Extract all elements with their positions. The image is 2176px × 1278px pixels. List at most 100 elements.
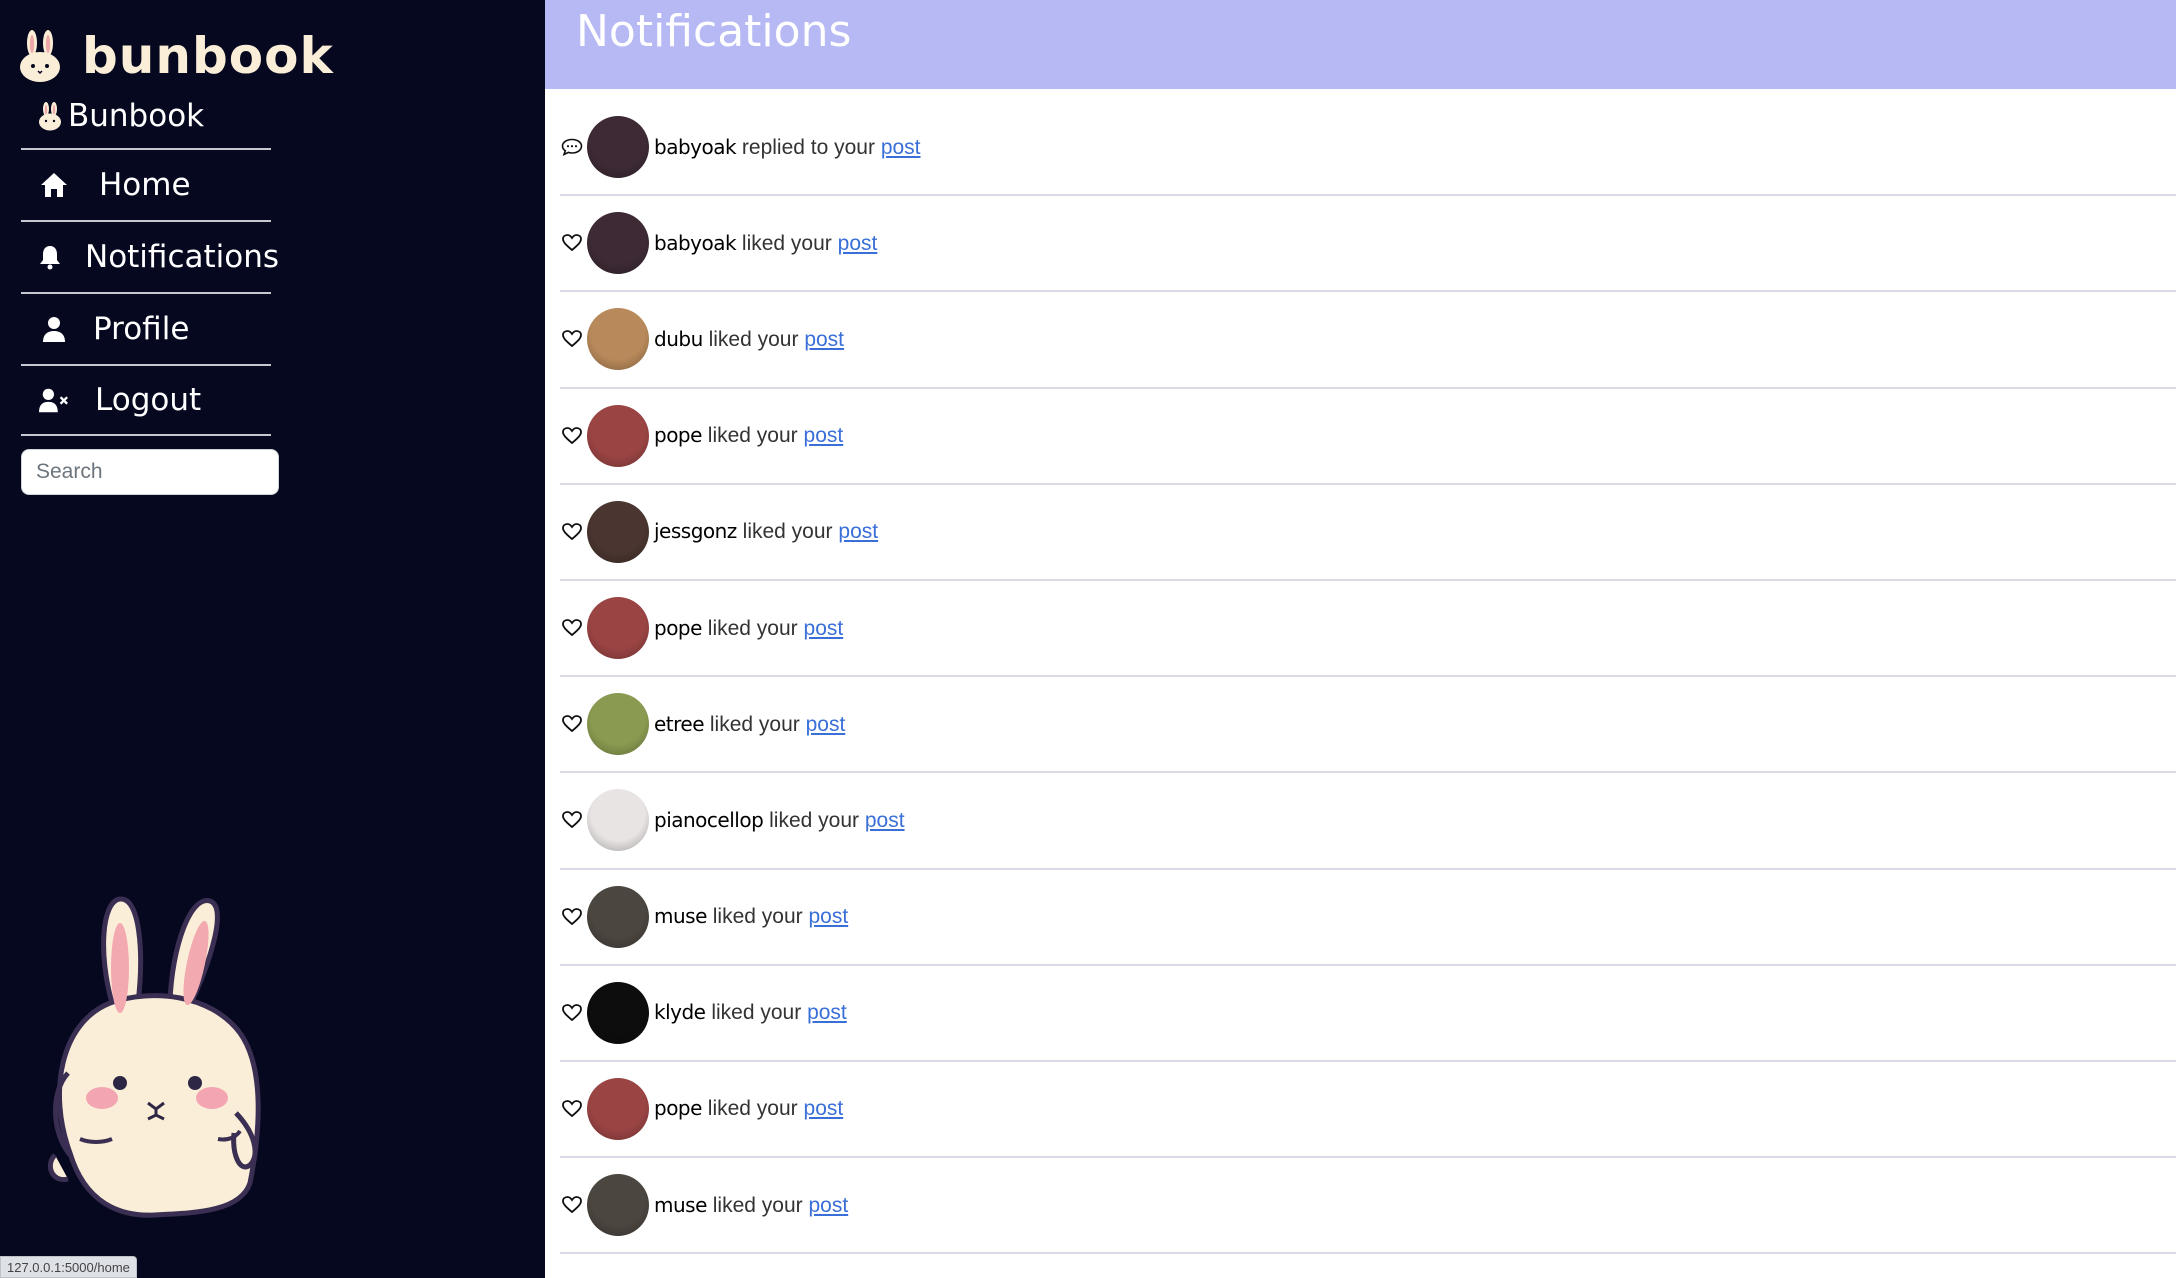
notification-action: liked your xyxy=(708,327,799,351)
heart-icon xyxy=(561,1098,583,1120)
notification-row: dubu liked your post xyxy=(560,292,2176,389)
avatar[interactable] xyxy=(587,500,649,563)
search-input[interactable] xyxy=(21,449,279,495)
heart-icon xyxy=(561,328,583,350)
post-link[interactable]: post xyxy=(838,232,878,255)
notification-username[interactable]: muse xyxy=(654,1193,707,1217)
user-x-icon xyxy=(39,385,69,415)
nav-logout[interactable]: Logout xyxy=(21,364,271,436)
avatar[interactable] xyxy=(587,308,649,371)
notification-text: dubu liked your post xyxy=(654,327,844,352)
notification-username[interactable]: pope xyxy=(654,423,702,447)
post-link[interactable]: post xyxy=(865,809,905,832)
notification-action: liked your xyxy=(707,424,798,448)
heart-icon xyxy=(561,425,583,447)
notification-text: etree liked your post xyxy=(654,712,845,737)
notification-username[interactable]: jessgonz xyxy=(654,519,737,543)
notification-username[interactable]: etree xyxy=(654,712,705,736)
notification-username[interactable]: babyoak xyxy=(654,231,737,255)
heart-icon xyxy=(561,232,583,254)
avatar[interactable] xyxy=(587,885,649,948)
notification-row: babyoak liked your post xyxy=(560,196,2176,293)
notification-username[interactable]: pianocellop xyxy=(654,808,764,832)
post-link[interactable]: post xyxy=(808,1194,848,1217)
avatar[interactable] xyxy=(587,597,649,660)
bunny-mascot-illustration xyxy=(48,896,261,1218)
avatar[interactable] xyxy=(587,789,649,852)
notification-action: liked your xyxy=(707,616,798,640)
avatar[interactable] xyxy=(587,116,649,179)
heart-icon xyxy=(561,1002,583,1024)
heart-icon xyxy=(561,906,583,928)
notification-action: liked your xyxy=(712,905,803,929)
notification-text: jessgonz liked your post xyxy=(654,519,878,544)
notification-row: etree liked your post xyxy=(560,677,2176,774)
notification-row: pope liked your post xyxy=(560,1062,2176,1159)
avatar[interactable] xyxy=(587,1077,649,1140)
brand[interactable]: bunbook xyxy=(18,26,334,86)
bell-icon xyxy=(39,242,61,272)
notification-username[interactable]: babyoak xyxy=(654,135,737,159)
nav-profile-label: Profile xyxy=(93,311,190,347)
subbrand-name: Bunbook xyxy=(68,98,205,134)
notification-username[interactable]: klyde xyxy=(654,1000,706,1024)
page-header: Notifications xyxy=(545,0,2176,89)
notification-text: babyoak replied to your post xyxy=(654,135,921,160)
avatar[interactable] xyxy=(587,404,649,467)
heart-icon xyxy=(561,713,583,735)
user-icon xyxy=(39,314,69,344)
notification-text: pianocellop liked your post xyxy=(654,808,905,833)
post-link[interactable]: post xyxy=(806,713,846,736)
notification-list: babyoak replied to your post babyoak like… xyxy=(560,100,2176,1255)
post-link[interactable]: post xyxy=(807,1001,847,1024)
notification-action: liked your xyxy=(712,1193,803,1217)
nav-logout-label: Logout xyxy=(95,382,202,418)
notification-row: muse liked your post xyxy=(560,1158,2176,1255)
comment-icon xyxy=(561,136,583,158)
sidebar: bunbook Bunbook Home Notifications Profi… xyxy=(0,0,545,1278)
notification-row: klyde liked your post xyxy=(560,966,2176,1062)
notification-row: pope liked your post xyxy=(560,581,2176,678)
notification-username[interactable]: muse xyxy=(654,904,707,928)
notification-action: liked your xyxy=(709,712,800,736)
notification-action: replied to your xyxy=(741,135,875,159)
avatar[interactable] xyxy=(587,981,649,1044)
post-link[interactable]: post xyxy=(881,136,921,159)
nav-notifications-label: Notifications xyxy=(85,239,280,275)
notification-text: pope liked your post xyxy=(654,616,843,641)
brand-name: bunbook xyxy=(82,27,334,85)
post-link[interactable]: post xyxy=(838,520,878,543)
notification-row: babyoak replied to your post xyxy=(560,100,2176,197)
notification-action: liked your xyxy=(711,1001,802,1025)
post-link[interactable]: post xyxy=(804,424,844,447)
nav-home-label: Home xyxy=(99,167,191,203)
notification-row: jessgonz liked your post xyxy=(560,485,2176,581)
notification-text: muse liked your post xyxy=(654,1193,848,1218)
notification-username[interactable]: dubu xyxy=(654,327,703,351)
notification-text: pope liked your post xyxy=(654,1096,843,1121)
bunny-small-icon xyxy=(39,102,61,131)
post-link[interactable]: post xyxy=(804,617,844,640)
status-url: 127.0.0.1:5000/home xyxy=(0,1256,137,1278)
post-link[interactable]: post xyxy=(808,905,848,928)
avatar[interactable] xyxy=(587,693,649,756)
notification-action: liked your xyxy=(707,1097,798,1121)
heart-icon xyxy=(561,521,583,543)
heart-icon xyxy=(561,1194,583,1216)
sidebar-nav: Home Notifications Profile Logout xyxy=(21,148,279,436)
nav-home[interactable]: Home xyxy=(21,148,271,220)
post-link[interactable]: post xyxy=(804,1097,844,1120)
post-link[interactable]: post xyxy=(804,328,844,351)
subbrand[interactable]: Bunbook xyxy=(38,94,204,138)
avatar[interactable] xyxy=(587,1174,649,1237)
home-icon xyxy=(39,170,69,200)
notification-action: liked your xyxy=(769,808,859,832)
nav-notifications[interactable]: Notifications xyxy=(21,220,279,292)
nav-profile[interactable]: Profile xyxy=(21,292,271,364)
notification-username[interactable]: pope xyxy=(654,1096,702,1120)
avatar[interactable] xyxy=(587,212,649,275)
heart-icon xyxy=(561,617,583,639)
notification-username[interactable]: pope xyxy=(654,616,702,640)
notification-text: klyde liked your post xyxy=(654,1000,847,1025)
notification-row: muse liked your post xyxy=(560,870,2176,966)
